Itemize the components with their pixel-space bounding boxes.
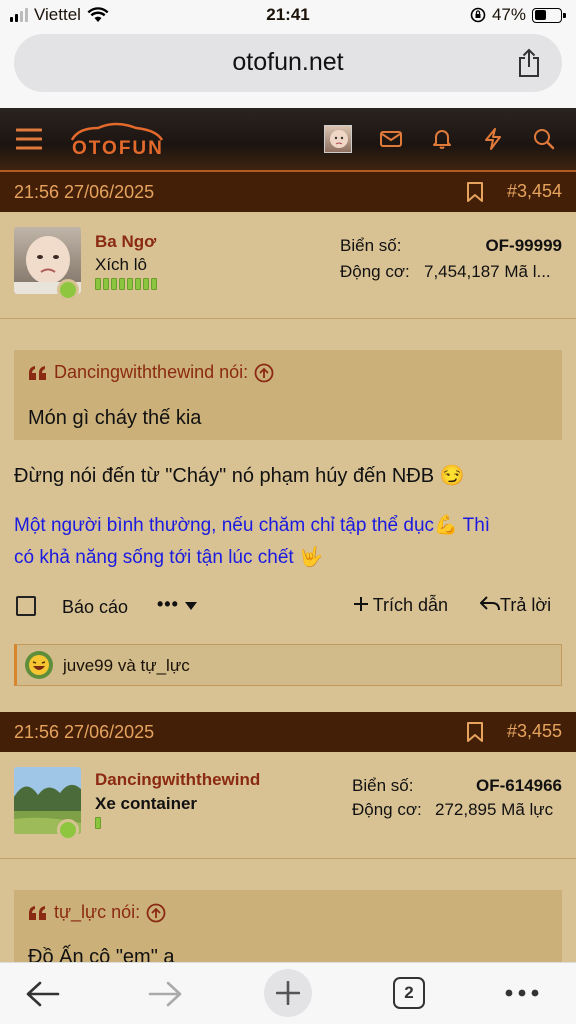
online-status-icon: [57, 279, 79, 301]
more-button[interactable]: •••: [157, 594, 197, 615]
post-body: Đừng nói đến từ "Cháy" nó phạm húy đến N…: [14, 465, 465, 487]
quote-author: tự_lực nói:: [54, 902, 141, 922]
quote-button[interactable]: Trích dẫn: [354, 595, 448, 616]
user-avatar-mini[interactable]: [324, 125, 352, 153]
user-title: Xe container: [95, 794, 198, 813]
user-info: Ba Ngơ Xích lô Biển số: OF-99999 Động cơ…: [0, 212, 576, 319]
engine-value: 272,895 Mã lực: [435, 800, 554, 819]
bookmark-icon[interactable]: [466, 721, 484, 743]
quote-header[interactable]: tự_lực nói:: [28, 902, 166, 923]
post-header: 21:56 27/06/2025 #3,455: [0, 712, 576, 752]
quote-text: Món gì cháy thế kia: [28, 407, 202, 429]
post-date[interactable]: 21:56 27/06/2025: [14, 182, 154, 203]
activity-bar: [135, 278, 141, 290]
reaction-users[interactable]: juve99 và tự_lực: [63, 656, 190, 676]
post-date[interactable]: 21:56 27/06/2025: [14, 722, 154, 743]
plus-icon: [354, 597, 368, 611]
post-actions: Báo cáo ••• Trích dẫn Trả lời: [0, 592, 576, 622]
plate-value: OF-614966: [476, 776, 562, 795]
reply-button[interactable]: Trả lời: [480, 595, 551, 616]
signature: Một người bình thường, nếu chăm chỉ tập …: [14, 510, 566, 574]
activity-bar: [151, 278, 157, 290]
status-bar: Viettel 21:41 47%: [0, 0, 576, 32]
plate-label: Biển số:: [352, 776, 414, 795]
quote-block: tự_lực nói: Đồ Ấn cô "em" a: [14, 890, 562, 962]
url-text: otofun.net: [232, 48, 344, 76]
quote-mark-icon: [29, 905, 46, 920]
menu-icon[interactable]: [16, 128, 42, 150]
user-info: Dancingwiththewind Xe container Biển số:…: [0, 752, 576, 859]
laugh-emoji-icon: [25, 651, 53, 679]
reactions-bar[interactable]: juve99 và tự_lực: [14, 644, 562, 686]
reply-icon: [480, 596, 500, 611]
quote-header[interactable]: Dancingwiththewind nói:: [28, 362, 274, 383]
engine-value: 7,454,187 Mã l...: [424, 262, 551, 281]
activity-bars: [95, 278, 157, 290]
engine-label: Động cơ:: [340, 262, 410, 281]
user-title: Xích lô: [95, 255, 147, 274]
username[interactable]: Ba Ngơ: [95, 232, 156, 252]
post-number[interactable]: #3,454: [507, 181, 562, 202]
quote-mark-icon: [29, 365, 46, 380]
signature-line: Một người bình thường, nếu chăm chỉ tập …: [14, 515, 491, 536]
battery-icon: [532, 7, 566, 23]
activity-bar: [119, 278, 125, 290]
arrow-up-circle-icon[interactable]: [254, 363, 274, 383]
activity-bar: [95, 817, 101, 829]
plus-icon: [276, 981, 300, 1005]
activity-bar: [103, 278, 109, 290]
username[interactable]: Dancingwiththewind: [95, 770, 260, 790]
bookmark-icon[interactable]: [466, 181, 484, 203]
report-button[interactable]: Báo cáo: [62, 597, 128, 618]
quote-text: Đồ Ấn cô "em" a: [28, 946, 175, 962]
quote-block: Dancingwiththewind nói: Món gì cháy thế …: [14, 350, 562, 440]
select-checkbox[interactable]: [16, 596, 36, 616]
post-number[interactable]: #3,455: [507, 721, 562, 742]
address-field[interactable]: otofun.net: [14, 34, 562, 92]
activity-bar: [95, 278, 101, 290]
engine-label: Động cơ:: [352, 800, 422, 819]
arrow-up-circle-icon[interactable]: [146, 903, 166, 923]
activity-bar: [127, 278, 133, 290]
bell-icon[interactable]: [431, 128, 453, 150]
browser-url-bar: otofun.net: [0, 32, 576, 108]
signature-line: có khả năng sống tới tận lúc chết 🤟: [14, 547, 323, 568]
lightning-icon[interactable]: [483, 128, 503, 150]
forward-arrow-icon[interactable]: [148, 981, 182, 1007]
chevron-down-icon: [184, 602, 197, 610]
tabs-button[interactable]: 2: [393, 977, 425, 1009]
new-tab-button[interactable]: [264, 969, 312, 1017]
mail-icon[interactable]: [380, 130, 402, 148]
quote-author: Dancingwiththewind nói:: [54, 362, 249, 382]
plate-value: OF-99999: [485, 236, 562, 255]
more-icon[interactable]: [505, 989, 539, 997]
site-header: OTOFUN: [0, 108, 576, 172]
activity-bars: [95, 817, 101, 829]
activity-bar: [143, 278, 149, 290]
online-status-icon: [57, 819, 79, 841]
plate-label: Biển số:: [340, 236, 402, 255]
activity-bar: [111, 278, 117, 290]
battery-percent: 47%: [491, 5, 526, 24]
orientation-lock-icon: [470, 7, 486, 23]
post-header: 21:56 27/06/2025 #3,454: [0, 172, 576, 212]
share-icon[interactable]: [516, 48, 542, 78]
search-icon[interactable]: [533, 128, 555, 150]
browser-toolbar: 2: [0, 962, 576, 1024]
site-logo[interactable]: OTOFUN: [68, 122, 168, 162]
back-arrow-icon[interactable]: [26, 981, 60, 1007]
